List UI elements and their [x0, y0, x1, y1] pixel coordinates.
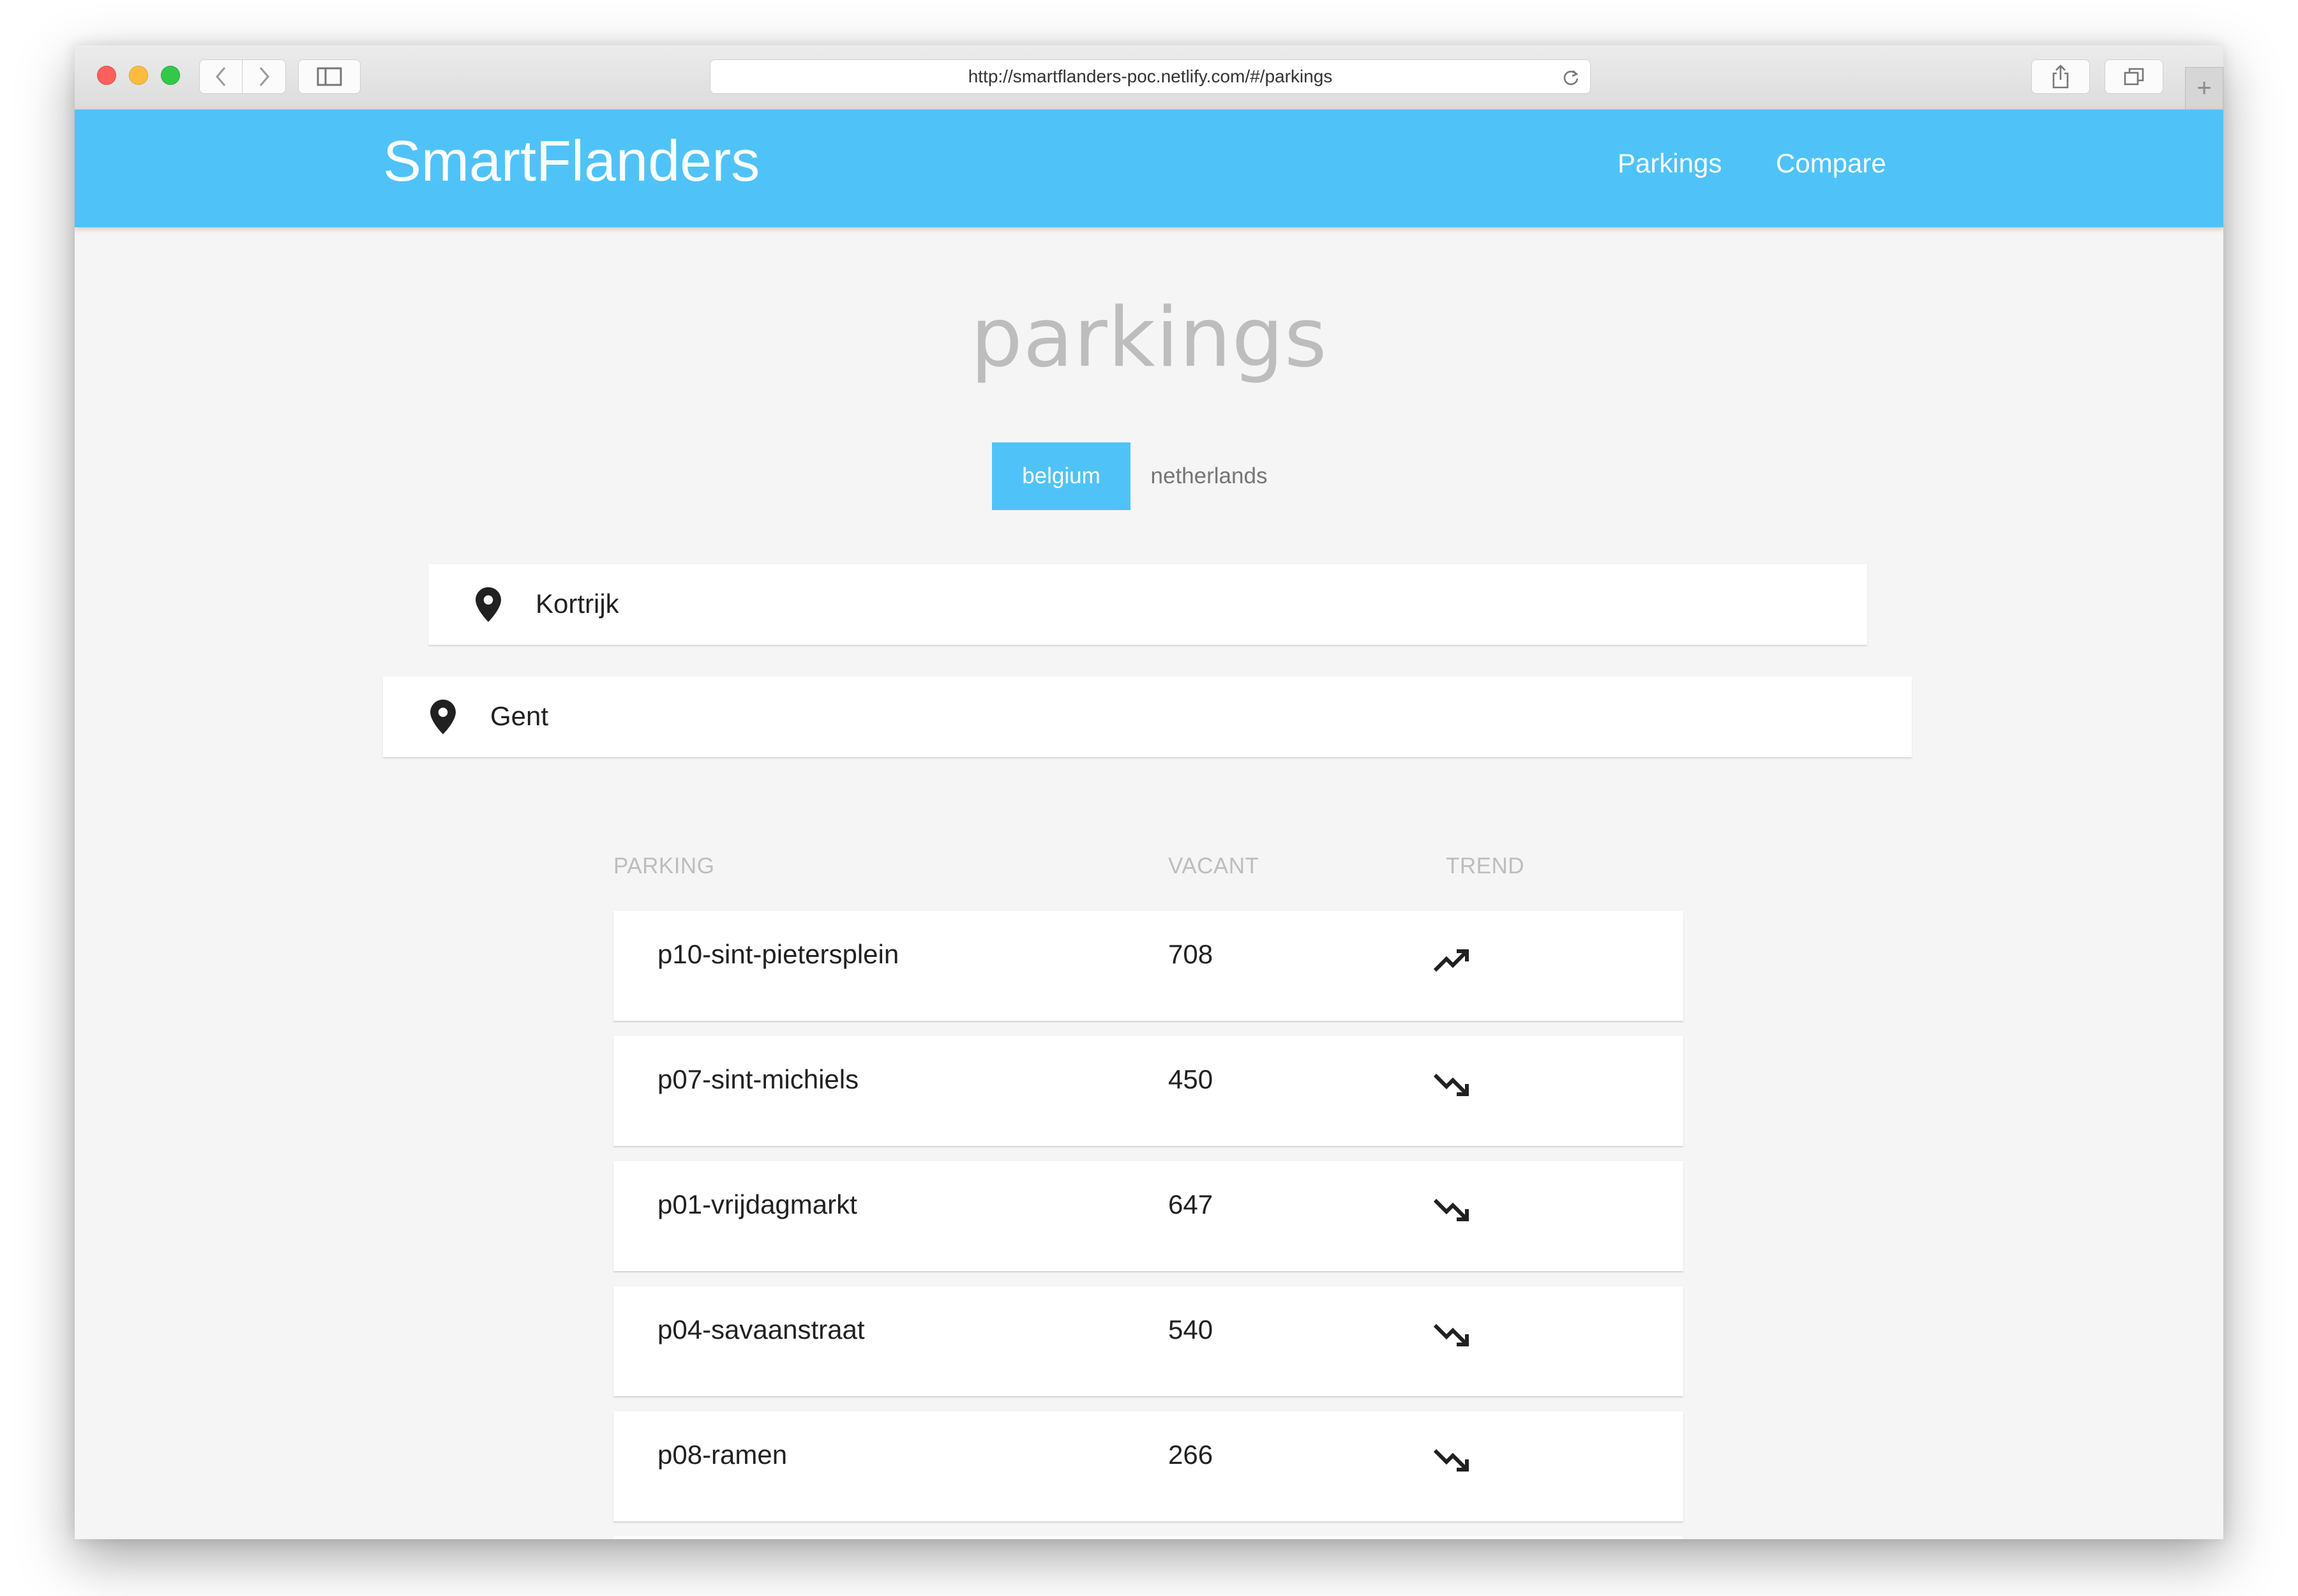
parking-list: p10-sint-pietersplein 708 p07-sint-michi… [613, 911, 1683, 1539]
logo-text-light: Flanders [536, 130, 760, 193]
parking-vacant: 450 [1168, 1064, 1213, 1094]
trending-down-icon [1433, 1198, 1469, 1221]
parking-row[interactable]: p08-ramen 266 [613, 1412, 1683, 1521]
trending-down-icon [1433, 1323, 1469, 1346]
map-pin-icon [430, 699, 456, 735]
column-header-parking: PARKING [613, 854, 715, 878]
parking-vacant: 708 [1168, 939, 1213, 969]
parking-name: p08-ramen [657, 1440, 788, 1470]
browser-toolbar: http://smartflanders-poc.netlify.com/#/p… [75, 45, 2223, 110]
url-text: http://smartflanders-poc.netlify.com/#/p… [968, 66, 1333, 86]
parking-name: p01-vrijdagmarkt [657, 1189, 857, 1219]
city-name: Kortrijk [536, 589, 619, 619]
parking-name: p07-sint-michiels [657, 1064, 859, 1094]
tab-belgium[interactable]: belgium [992, 442, 1130, 510]
parking-vacant: 647 [1168, 1189, 1213, 1219]
city-card-gent[interactable]: Gent [383, 677, 1912, 757]
parking-row[interactable]: p01-vrijdagmarkt 647 [613, 1161, 1683, 1271]
parking-row[interactable]: p04-savaanstraat 540 [613, 1286, 1683, 1396]
city-name: Gent [490, 701, 549, 731]
map-pin-icon [476, 587, 501, 622]
chevron-right-icon [259, 67, 269, 86]
logo-text-bold: Smart [383, 130, 537, 193]
logo[interactable]: SmartFlanders [383, 129, 760, 195]
nav-compare-link[interactable]: Compare [1776, 148, 1886, 179]
parking-row[interactable]: p02-reep 470 [613, 1537, 1683, 1539]
zoom-window-button[interactable] [161, 66, 180, 85]
tab-netherlands[interactable]: netherlands [1140, 442, 1278, 510]
share-icon [2052, 64, 2069, 89]
close-window-button[interactable] [97, 66, 116, 85]
parking-row[interactable]: p07-sint-michiels 450 [613, 1036, 1683, 1146]
sidebar-toggle-button[interactable] [298, 59, 361, 94]
new-tab-button[interactable]: + [2185, 67, 2223, 109]
minimize-window-button[interactable] [129, 66, 148, 85]
trending-down-icon [1433, 1449, 1469, 1472]
parking-vacant: 266 [1168, 1440, 1213, 1470]
city-card-kortrijk[interactable]: Kortrijk [428, 564, 1867, 645]
app-header: SmartFlanders Parkings Compare [75, 110, 2223, 227]
parking-name: p10-sint-pietersplein [657, 939, 899, 969]
parking-row[interactable]: p10-sint-pietersplein 708 [613, 911, 1683, 1021]
show-tabs-button[interactable] [2105, 59, 2163, 94]
share-button[interactable] [2031, 59, 2090, 94]
reload-icon[interactable] [1562, 68, 1580, 86]
column-header-vacant: VACANT [1168, 854, 1259, 878]
parking-name: p04-savaanstraat [657, 1314, 865, 1344]
back-button[interactable] [199, 59, 243, 94]
page-title: parkings [970, 290, 1328, 386]
browser-window: http://smartflanders-poc.netlify.com/#/p… [75, 45, 2223, 1539]
trending-down-icon [1433, 1073, 1469, 1096]
address-bar[interactable]: http://smartflanders-poc.netlify.com/#/p… [710, 59, 1591, 94]
trending-up-icon [1433, 949, 1469, 972]
column-header-trend: TREND [1446, 854, 1525, 878]
chevron-left-icon [216, 67, 226, 86]
forward-button[interactable] [243, 59, 286, 94]
tabs-icon [2124, 68, 2144, 86]
parking-vacant: 540 [1168, 1314, 1213, 1344]
sidebar-icon [317, 67, 342, 86]
nav-parkings-link[interactable]: Parkings [1618, 148, 1722, 179]
